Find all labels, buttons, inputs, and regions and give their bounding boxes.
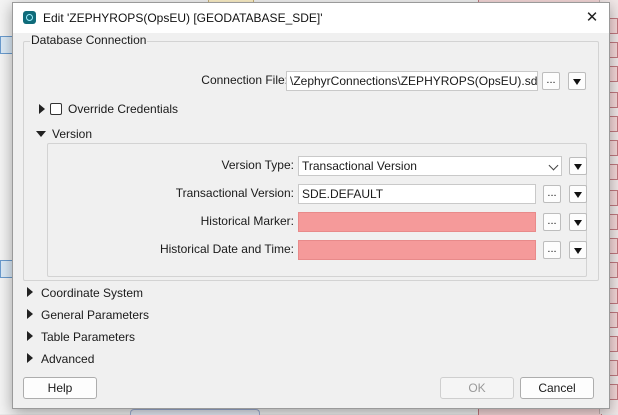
version-group: Version Type: Transactional Version Tran… <box>47 143 587 277</box>
historical-datetime-input[interactable] <box>298 240 536 260</box>
version-type-menu-button[interactable] <box>569 157 587 175</box>
triangle-down-icon <box>574 192 582 198</box>
override-credentials-label: Override Credentials <box>68 102 179 116</box>
transactional-version-input[interactable]: SDE.DEFAULT <box>298 184 536 204</box>
background-node <box>130 409 260 415</box>
connection-file-label: Connection File: <box>201 73 288 87</box>
collapse-version-icon[interactable] <box>36 131 46 137</box>
close-icon: ✕ <box>585 9 599 26</box>
section-general-parameters[interactable]: General Parameters <box>41 308 149 322</box>
version-type-select[interactable]: Transactional Version <box>298 156 562 176</box>
expand-table-parameters-icon[interactable] <box>27 331 33 341</box>
expand-override-credentials-icon[interactable] <box>39 104 45 114</box>
override-credentials-checkbox[interactable] <box>50 103 62 115</box>
dialog-title: Edit 'ZEPHYROPS(OpsEU) [GEODATABASE_SDE]… <box>43 11 323 25</box>
connection-file-input[interactable]: \ZephyrConnections\ZEPHYROPS(OpsEU).sde <box>286 71 538 91</box>
triangle-down-icon <box>574 220 582 226</box>
connection-file-menu-button[interactable] <box>568 72 586 90</box>
transactional-version-label: Transactional Version: <box>175 186 294 200</box>
historical-marker-menu-button[interactable] <box>569 213 587 231</box>
title-bar: Edit 'ZEPHYROPS(OpsEU) [GEODATABASE_SDE]… <box>13 3 609 33</box>
historical-datetime-menu-button[interactable] <box>569 241 587 259</box>
section-coordinate-system[interactable]: Coordinate System <box>41 286 143 300</box>
historical-marker-input[interactable] <box>298 212 536 232</box>
app-icon <box>23 11 36 24</box>
historical-marker-label: Historical Marker: <box>200 214 294 228</box>
ok-button[interactable]: OK <box>440 377 514 399</box>
triangle-down-icon <box>574 248 582 254</box>
historical-datetime-browse-button[interactable]: ... <box>543 241 561 259</box>
section-table-parameters[interactable]: Table Parameters <box>41 330 135 344</box>
historical-marker-browse-button[interactable]: ... <box>543 213 561 231</box>
transactional-version-menu-button[interactable] <box>569 185 587 203</box>
help-button[interactable]: Help <box>23 377 97 399</box>
chevron-down-icon <box>548 160 559 171</box>
cancel-button[interactable]: Cancel <box>520 377 594 399</box>
section-advanced[interactable]: Advanced <box>41 352 94 366</box>
version-type-value: Transactional Version <box>302 159 417 173</box>
expand-advanced-icon[interactable] <box>27 353 33 363</box>
edit-connection-dialog: Edit 'ZEPHYROPS(OpsEU) [GEODATABASE_SDE]… <box>12 2 610 409</box>
triangle-down-icon <box>573 79 581 85</box>
version-section-label: Version <box>52 127 93 141</box>
expand-coordinate-system-icon[interactable] <box>27 287 33 297</box>
version-type-label: Version Type: <box>221 158 295 172</box>
connection-file-browse-button[interactable]: ... <box>542 72 560 90</box>
dialog-content: Database Connection Connection File: \Ze… <box>23 33 599 366</box>
transactional-version-browse-button[interactable]: ... <box>543 185 561 203</box>
triangle-down-icon <box>574 164 582 170</box>
historical-datetime-label: Historical Date and Time: <box>159 242 294 256</box>
database-connection-title: Database Connection <box>30 33 148 47</box>
close-button[interactable]: ✕ <box>579 7 605 29</box>
expand-general-parameters-icon[interactable] <box>27 309 33 319</box>
